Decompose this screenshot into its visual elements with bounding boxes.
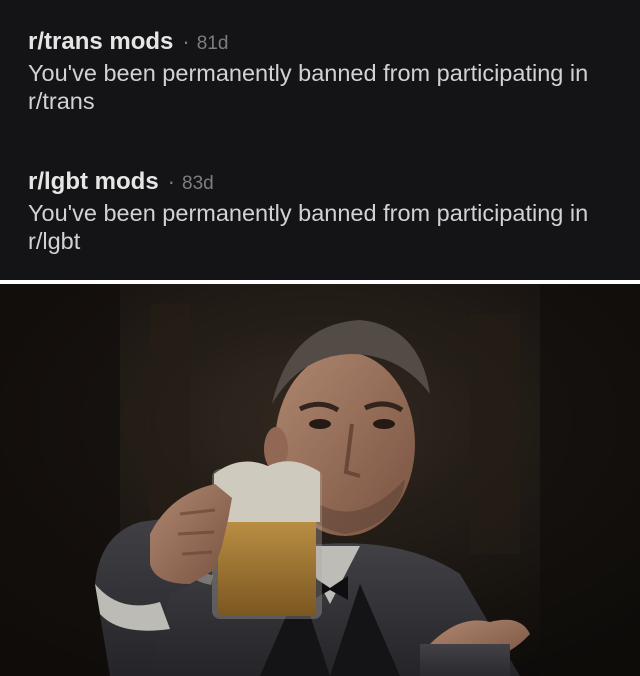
vignette: [0, 284, 640, 676]
message-age: 81d: [196, 33, 229, 54]
message-age: 83d: [182, 173, 214, 194]
message-header: r/lgbt mods · 83d: [28, 168, 628, 196]
message-header: r/trans mods · 81d: [28, 28, 628, 56]
ban-message-lgbt[interactable]: r/lgbt mods · 83d You've been permanentl…: [28, 168, 628, 255]
movie-still-image: [0, 284, 640, 676]
message-sender: r/lgbt mods: [28, 168, 159, 195]
ban-message-trans[interactable]: r/trans mods · 81d You've been permanent…: [28, 28, 628, 115]
separator-dot: ·: [167, 169, 175, 194]
message-body: You've been permanently banned from part…: [28, 60, 589, 114]
notifications-panel: r/trans mods · 81d You've been permanent…: [0, 0, 640, 280]
message-sender: r/trans mods: [28, 28, 174, 55]
separator-dot: ·: [182, 29, 190, 54]
message-body: You've been permanently banned from part…: [28, 200, 589, 254]
man-toasting-beer-illustration: [0, 284, 640, 676]
